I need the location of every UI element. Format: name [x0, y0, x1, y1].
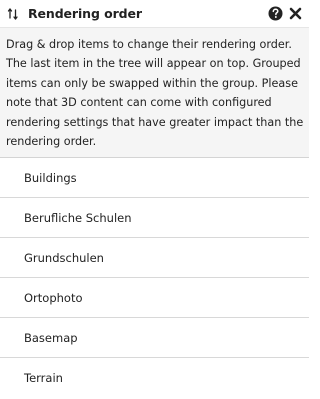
- list-item-basemap[interactable]: Basemap: [0, 318, 309, 359]
- rendering-order-list: Buildings Berufliche Schulen Grundschule…: [0, 158, 309, 399]
- rendering-order-panel: Rendering order Drag & drop items to cha…: [0, 0, 309, 399]
- list-item-berufliche-schulen[interactable]: Berufliche Schulen: [0, 198, 309, 239]
- panel-header: Rendering order: [0, 0, 309, 28]
- sort-arrows-icon: [6, 7, 20, 21]
- panel-title: Rendering order: [28, 6, 142, 21]
- list-item-ortophoto[interactable]: Ortophoto: [0, 278, 309, 319]
- list-item-terrain[interactable]: Terrain: [0, 358, 309, 399]
- list-item-grundschulen[interactable]: Grundschulen: [0, 238, 309, 279]
- info-text: Drag & drop items to change their render…: [0, 28, 309, 159]
- close-icon[interactable]: [287, 6, 303, 22]
- header-actions: [267, 6, 303, 22]
- help-icon[interactable]: [267, 6, 283, 22]
- list-item-buildings[interactable]: Buildings: [0, 158, 309, 199]
